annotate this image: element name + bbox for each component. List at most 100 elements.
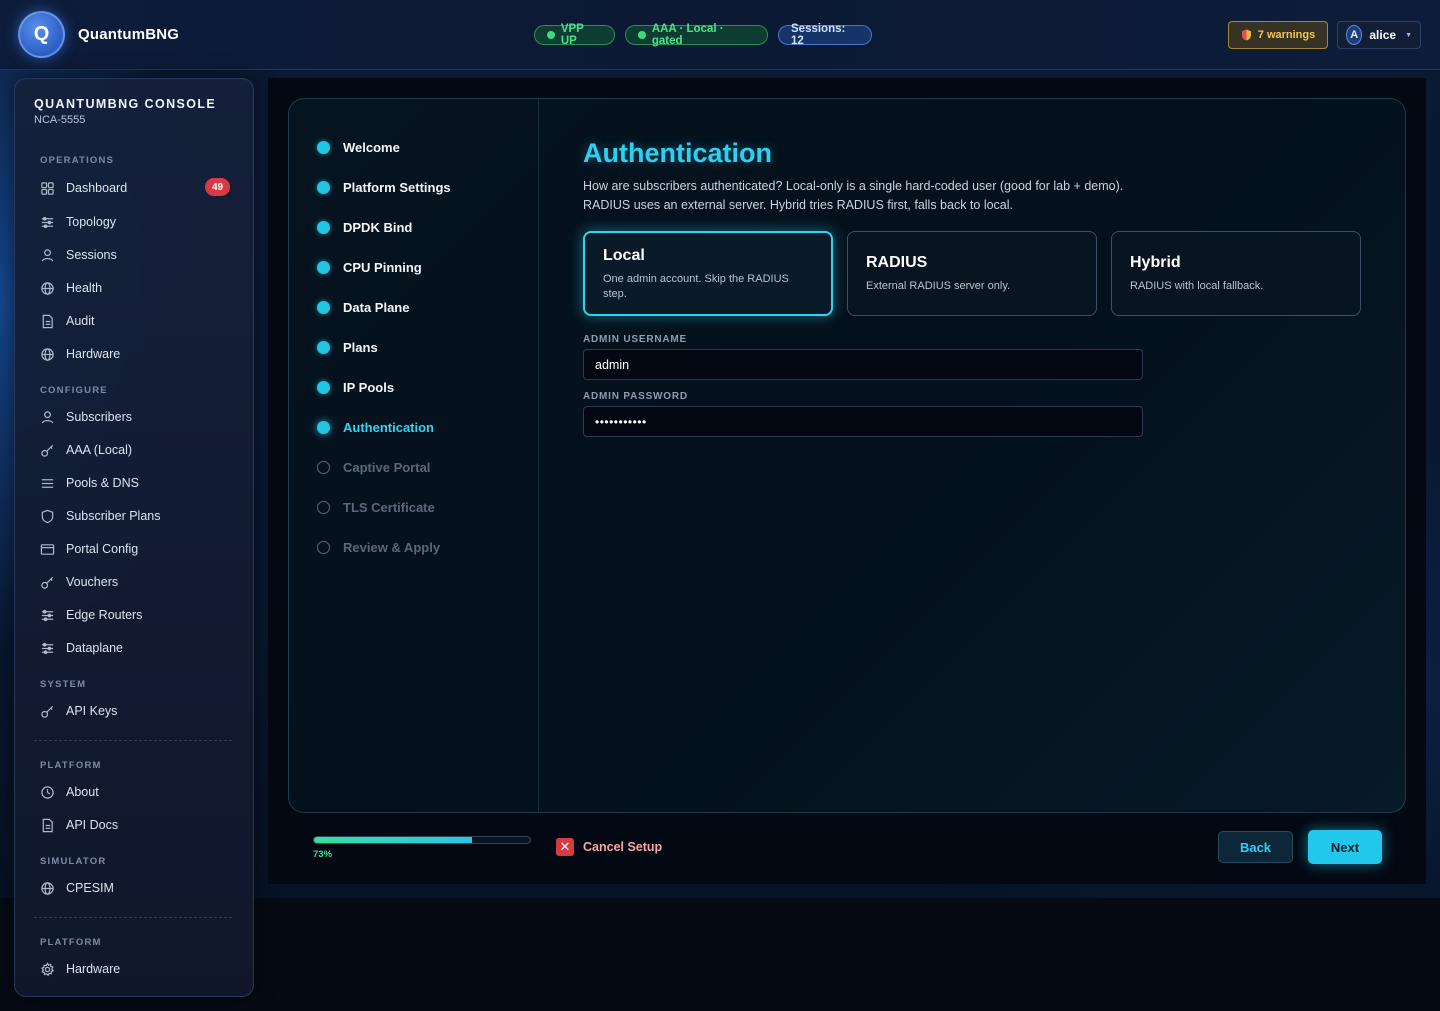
description-line: RADIUS uses an external server. Hybrid t… [583, 198, 1014, 212]
sidebar-item-subscriber-plans[interactable]: Subscriber Plans [40, 505, 230, 527]
window-icon [40, 543, 55, 555]
option-description: RADIUS with local fallback. [1130, 280, 1264, 292]
warnings-button[interactable]: 7 warnings [1228, 21, 1328, 49]
wizard-step[interactable]: Authentication [317, 417, 434, 437]
wizard-step[interactable]: Platform Settings [317, 177, 451, 197]
list-icon [41, 478, 54, 488]
close-icon: ✕ [556, 838, 574, 856]
sidebar-item-edge-routers[interactable]: Edge Routers [40, 604, 230, 626]
sidebar-item-hardware[interactable]: Hardware [40, 343, 230, 365]
step-marker-icon [317, 540, 330, 554]
aaa-status-pill[interactable]: AAA · Local · gated [625, 23, 768, 47]
cancel-label: Cancel Setup [583, 840, 663, 854]
sidebar-item-dashboard[interactable]: Dashboard 49 [40, 177, 230, 199]
password-input[interactable]: ••••••••••• [583, 406, 1143, 437]
document-icon [42, 314, 53, 328]
globe-icon [41, 347, 54, 361]
sliders-icon [41, 609, 54, 621]
sidebar-item-cpesim[interactable]: CPESIM [40, 877, 230, 899]
sidebar-item-about[interactable]: About [40, 781, 230, 803]
step-marker-icon [317, 420, 330, 434]
wizard-step[interactable]: CPU Pinning [317, 257, 422, 277]
notification-badge: 49 [205, 178, 230, 196]
step-label: Welcome [343, 139, 400, 155]
username-input[interactable]: admin [583, 349, 1143, 380]
sidebar-item-label: Topology [66, 215, 117, 229]
sidebar-item-label: Hardware [66, 962, 121, 976]
step-label: Authentication [343, 419, 434, 435]
wizard-step[interactable]: IP Pools [317, 377, 394, 397]
wizard-step[interactable]: Data Plane [317, 297, 409, 317]
option-description: External RADIUS server only. [866, 280, 1011, 292]
sidebar-item-hardware-2[interactable]: Hardware [40, 958, 230, 980]
step-marker-icon [317, 220, 330, 234]
option-title: RADIUS [866, 254, 928, 271]
cancel-setup-button[interactable]: ✕ Cancel Setup [556, 838, 662, 856]
section-system: SYSTEM [40, 679, 87, 690]
wizard-step[interactable]: TLS Certificate [317, 497, 435, 517]
wizard-step[interactable]: Welcome [317, 137, 400, 157]
sidebar-divider [34, 740, 232, 741]
next-button[interactable]: Next [1308, 830, 1382, 864]
sidebar-item-health[interactable]: Health [40, 277, 230, 299]
auth-option-hybrid[interactable]: Hybrid RADIUS with local fallback. [1111, 231, 1361, 316]
wizard-step[interactable]: DPDK Bind [317, 217, 412, 237]
sidebar-title: QUANTUMBNG CONSOLE [34, 97, 217, 111]
step-marker-icon [317, 460, 330, 474]
sidebar-subtitle: NCA-5555 [34, 114, 86, 126]
sidebar-item-dataplane[interactable]: Dataplane [40, 637, 230, 659]
sidebar-item-pools-dns[interactable]: Pools & DNS [40, 472, 230, 494]
sidebar-item-subscribers[interactable]: Subscribers [40, 406, 230, 428]
sidebar-item-vouchers[interactable]: Vouchers [40, 571, 230, 593]
sliders-icon [41, 642, 54, 654]
step-label: Data Plane [343, 299, 410, 315]
top-bar: Q QuantumBNG VPP UP AAA · Local · gated … [0, 0, 1440, 70]
sidebar: QUANTUMBNG CONSOLE NCA-5555 OPERATIONS D… [14, 78, 254, 997]
app-logo[interactable]: Q [18, 11, 65, 58]
sidebar-item-label: Vouchers [66, 575, 119, 589]
user-icon [41, 410, 54, 423]
user-menu-button[interactable]: A alice ▼ [1337, 21, 1421, 49]
step-label: Platform Settings [343, 179, 451, 195]
sidebar-item-label: API Docs [66, 818, 119, 832]
shield-warning-icon [1241, 29, 1251, 41]
wizard-step[interactable]: Plans [317, 337, 378, 357]
auth-option-radius[interactable]: RADIUS External RADIUS server only. [847, 231, 1097, 316]
sidebar-item-sessions[interactable]: Sessions [40, 244, 230, 266]
step-label: TLS Certificate [343, 499, 435, 515]
step-marker-icon [317, 300, 330, 314]
user-name: alice [1369, 28, 1397, 42]
step-label: Plans [343, 339, 378, 355]
steps-divider [538, 99, 539, 812]
sidebar-item-label: Pools & DNS [66, 476, 139, 490]
sessions-pill[interactable]: Sessions: 12 [778, 23, 872, 47]
sidebar-item-portal-config[interactable]: Portal Config [40, 538, 230, 560]
auth-option-local[interactable]: Local One admin account. Skip the RADIUS… [583, 231, 833, 316]
sidebar-item-topology[interactable]: Topology [40, 211, 230, 233]
step-marker-icon [317, 500, 330, 514]
step-marker-icon [317, 260, 330, 274]
step-label: IP Pools [343, 379, 395, 395]
wizard-step[interactable]: Review & Apply [317, 537, 440, 557]
sidebar-item-label: Portal Config [66, 542, 139, 556]
sidebar-item-aaa-local[interactable]: AAA (Local) [40, 439, 230, 461]
sidebar-item-label: Sessions [66, 248, 117, 262]
progress-bar [313, 836, 531, 844]
globe-icon [41, 881, 54, 895]
password-label: ADMIN PASSWORD [583, 391, 688, 402]
sidebar-item-label: API Keys [66, 704, 118, 718]
warnings-label: 7 warnings [1257, 29, 1316, 41]
wizard-step[interactable]: Captive Portal [317, 457, 430, 477]
sidebar-item-audit[interactable]: Audit [40, 310, 230, 332]
sidebar-item-api-docs[interactable]: API Docs [40, 814, 230, 836]
sidebar-item-api-keys[interactable]: API Keys [40, 700, 230, 722]
key-icon [41, 576, 54, 589]
document-icon [42, 818, 53, 832]
key-icon [41, 444, 54, 457]
back-button[interactable]: Back [1218, 831, 1293, 863]
progress-fill [314, 837, 472, 843]
step-label: Review & Apply [343, 539, 441, 555]
section-configure: CONFIGURE [40, 385, 108, 396]
sidebar-item-label: AAA (Local) [66, 443, 133, 457]
vpp-status-pill[interactable]: VPP UP [534, 23, 615, 47]
